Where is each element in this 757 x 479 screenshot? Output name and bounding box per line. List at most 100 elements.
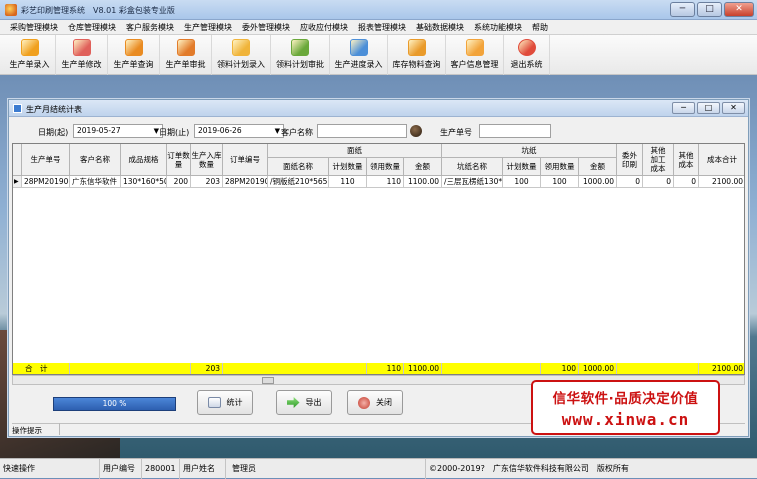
totals-total: 2100.00 bbox=[699, 363, 744, 374]
menu-reports[interactable]: 报表管理模块 bbox=[353, 20, 411, 34]
date-to-picker[interactable]: 2019-06-26 ▼ bbox=[194, 124, 284, 138]
col-header-total[interactable]: 成本合计 bbox=[699, 144, 744, 176]
scrollbar-thumb[interactable] bbox=[262, 377, 274, 384]
totals-core-amount: 1000.00 bbox=[579, 363, 617, 374]
totals-face-use: 110 bbox=[367, 363, 404, 374]
status-quick-ops[interactable]: 快速操作 bbox=[0, 459, 100, 479]
power-icon bbox=[358, 396, 370, 409]
exit-system-button[interactable]: 退出系统 bbox=[504, 35, 550, 75]
col-header-in-qty[interactable]: 生产入库数量 bbox=[191, 144, 223, 176]
child-close-button[interactable]: ✕ bbox=[722, 102, 745, 114]
report-icon bbox=[13, 104, 22, 113]
customer-info-button[interactable]: 客户信息管理 bbox=[446, 35, 504, 75]
child-minimize-button[interactable]: ─ bbox=[672, 102, 695, 114]
col-header-core-name[interactable]: 坑纸名称 bbox=[442, 158, 503, 176]
material-plan-entry-button[interactable]: 领料计划录入 bbox=[212, 35, 271, 75]
status-copyright: ©2000-2019? 广东信华软件科技有限公司 版权所有 bbox=[429, 464, 629, 473]
totals-cell bbox=[70, 363, 191, 374]
table-cell[interactable]: 28PM2019060 bbox=[22, 176, 70, 188]
menu-receivables[interactable]: 应收应付模块 bbox=[295, 20, 353, 34]
child-maximize-button[interactable]: □ bbox=[697, 102, 720, 114]
col-header-outsource[interactable]: 委外印刷 bbox=[617, 144, 643, 176]
order-no-input[interactable] bbox=[479, 124, 551, 138]
group-header-core-paper: 坑纸 bbox=[442, 144, 617, 158]
table-cell[interactable]: 广东信华软件 bbox=[70, 176, 121, 188]
table-cell[interactable]: 130*160*50 bbox=[121, 176, 167, 188]
col-header-other-proc[interactable]: 其他加工成本 bbox=[643, 144, 674, 176]
col-header-order-no[interactable]: 生产单号 bbox=[22, 144, 70, 176]
vendor-watermark: 信华软件·品质决定价值 www.xinwa.cn bbox=[531, 380, 720, 435]
menu-outsourcing[interactable]: 委外管理模块 bbox=[237, 20, 295, 34]
table-cell[interactable]: 1000.00 bbox=[579, 176, 617, 188]
table-cell[interactable]: 0 bbox=[643, 176, 674, 188]
date-to-label: 日期(止) bbox=[159, 128, 190, 137]
progress-entry-button[interactable]: 生产进度录入 bbox=[330, 35, 388, 75]
customer-lookup-icon[interactable] bbox=[410, 125, 422, 137]
close-button[interactable]: ✕ bbox=[724, 2, 754, 17]
menu-help[interactable]: 帮助 bbox=[527, 20, 553, 34]
table-cell[interactable]: 0 bbox=[674, 176, 699, 188]
col-header-core-amount[interactable]: 金额 bbox=[579, 158, 617, 176]
table-cell[interactable]: 0 bbox=[617, 176, 643, 188]
totals-in-qty: 203 bbox=[191, 363, 223, 374]
table-cell[interactable]: 110 bbox=[367, 176, 404, 188]
window-title: 彩艺印刷管理系统 V8.01 彩盒包装专业版 bbox=[21, 6, 175, 15]
order-entry-button[interactable]: 生产单录入 bbox=[4, 35, 56, 75]
menu-base-data[interactable]: 基础数据模块 bbox=[411, 20, 469, 34]
col-header-other-cost[interactable]: 其他成本 bbox=[674, 144, 699, 176]
statistics-button[interactable]: 统计 bbox=[197, 390, 253, 415]
report-grid[interactable]: 生产单号 客户名称 成品规格 订单数量 生产入库数量 订单编号 面纸 面纸名称 … bbox=[12, 143, 745, 375]
col-header-core-use[interactable]: 领用数量 bbox=[541, 158, 579, 176]
order-query-button[interactable]: 生产单查询 bbox=[108, 35, 160, 75]
totals-cell bbox=[223, 363, 367, 374]
status-user-name-label: 用户姓名 bbox=[180, 459, 226, 479]
order-approve-button[interactable]: 生产单审批 bbox=[160, 35, 212, 75]
material-plan-approve-button[interactable]: 领料计划审批 bbox=[271, 35, 330, 75]
menu-system[interactable]: 系统功能模块 bbox=[469, 20, 527, 34]
status-user-no-label: 用户编号 bbox=[100, 459, 142, 479]
table-cell[interactable]: 2100.00 bbox=[699, 176, 744, 188]
table-cell[interactable]: 100 bbox=[541, 176, 579, 188]
hint-separator bbox=[59, 423, 60, 435]
stock-query-button[interactable]: 库存物料查询 bbox=[388, 35, 446, 75]
table-cell[interactable]: 100 bbox=[503, 176, 541, 188]
col-header-order-qty[interactable]: 订单数量 bbox=[167, 144, 191, 176]
table-cell[interactable]: 28PM2019060 bbox=[223, 176, 268, 188]
order-edit-button[interactable]: 生产单修改 bbox=[56, 35, 108, 75]
col-header-po[interactable]: 订单编号 bbox=[223, 144, 268, 176]
table-cell[interactable]: /三层瓦楞纸130* bbox=[442, 176, 503, 188]
minimize-button[interactable]: ─ bbox=[670, 2, 695, 17]
table-cell[interactable]: 200 bbox=[167, 176, 191, 188]
col-header-core-plan[interactable]: 计划数量 bbox=[503, 158, 541, 176]
child-title: 生产月结统计表 bbox=[26, 105, 82, 114]
dropdown-arrow-icon: ▼ bbox=[274, 127, 280, 135]
menu-customer-service[interactable]: 客户服务模块 bbox=[121, 20, 179, 34]
date-from-picker[interactable]: 2019-05-27 ▼ bbox=[73, 124, 163, 138]
col-header-customer[interactable]: 客户名称 bbox=[70, 144, 121, 176]
export-button[interactable]: 导出 bbox=[276, 390, 332, 415]
col-header-face-plan[interactable]: 计划数量 bbox=[329, 158, 367, 176]
watermark-url: www.xinwa.cn bbox=[561, 410, 690, 429]
table-cell[interactable]: /铜版纸210*565 bbox=[268, 176, 329, 188]
status-user-name: 管理员 bbox=[226, 459, 426, 479]
close-report-button[interactable]: 关闭 bbox=[347, 390, 403, 415]
table-cell[interactable]: 203 bbox=[191, 176, 223, 188]
menu-purchase[interactable]: 采购管理模块 bbox=[5, 20, 63, 34]
leaf-approve-icon bbox=[291, 39, 309, 56]
menu-production[interactable]: 生产管理模块 bbox=[179, 20, 237, 34]
status-bar: 快速操作 用户编号 280001 用户姓名 管理员 ©2000-2019? 广东… bbox=[0, 458, 757, 479]
child-title-bar: 生产月结统计表 ─ □ ✕ bbox=[9, 100, 748, 117]
col-header-spec[interactable]: 成品规格 bbox=[121, 144, 167, 176]
col-header-face-amount[interactable]: 金额 bbox=[404, 158, 442, 176]
customer-name-input[interactable] bbox=[317, 124, 407, 138]
table-cell[interactable]: 1100.00 bbox=[404, 176, 442, 188]
maximize-button[interactable]: □ bbox=[697, 2, 722, 17]
col-header-face-name[interactable]: 面纸名称 bbox=[268, 158, 329, 176]
group-header-face-paper: 面纸 bbox=[268, 144, 442, 158]
table-cell[interactable]: 110 bbox=[329, 176, 367, 188]
col-header-face-use[interactable]: 领用数量 bbox=[367, 158, 404, 176]
box-edit-icon bbox=[72, 39, 91, 56]
menu-warehouse[interactable]: 仓库管理模块 bbox=[63, 20, 121, 34]
status-user-no: 280001 bbox=[142, 459, 180, 479]
stock-boxes-icon bbox=[407, 39, 426, 56]
